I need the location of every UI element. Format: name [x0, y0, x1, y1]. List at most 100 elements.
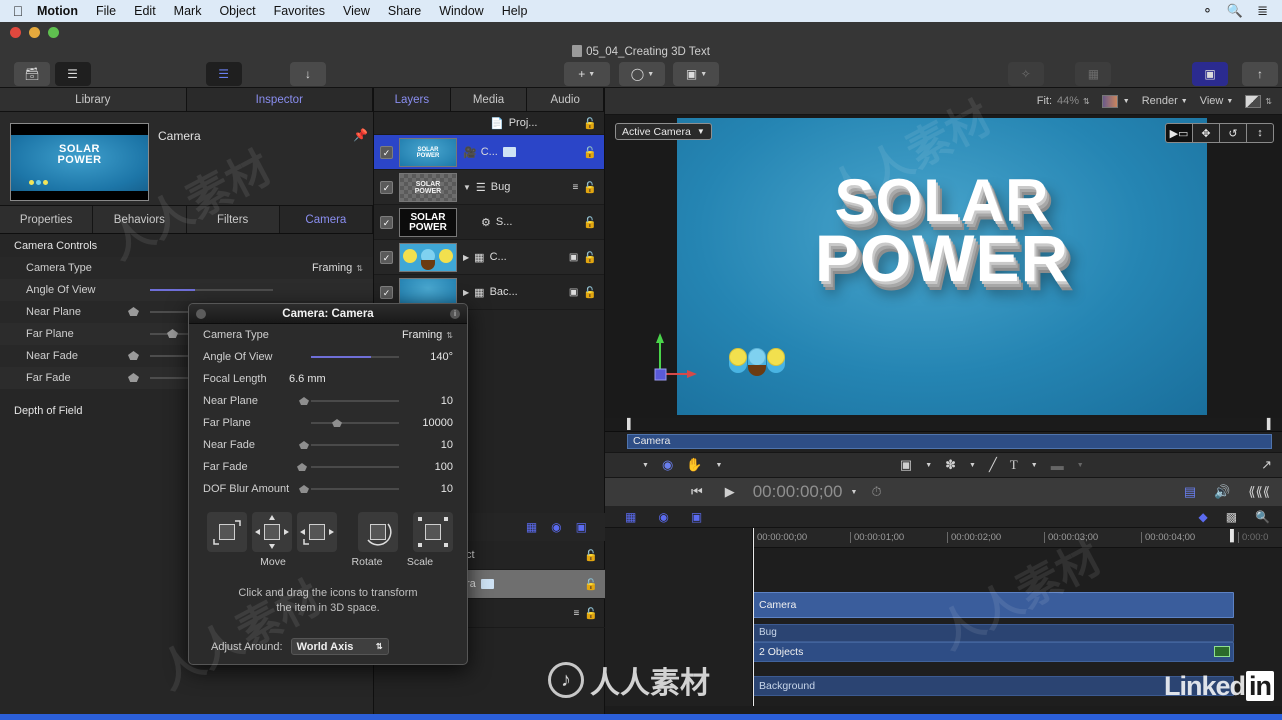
menu-item-favorites[interactable]: Favorites — [265, 4, 334, 18]
out-point-marker[interactable]: ▌ — [1230, 530, 1238, 542]
layout-swatch-icon[interactable] — [1245, 94, 1262, 108]
menu-item-view[interactable]: View — [334, 4, 379, 18]
loop-icon[interactable]: ⟪⟪⟪ — [1248, 484, 1270, 500]
menu-item-motion[interactable]: Motion — [28, 4, 87, 18]
layer-visibility-checkbox[interactable]: ✓ — [380, 250, 393, 264]
clock-icon[interactable]: ⏱ — [871, 484, 881, 500]
close-window-button[interactable] — [10, 27, 21, 38]
tab-behaviors[interactable]: Behaviors — [93, 206, 187, 233]
shape-icon[interactable]: ▣ — [576, 520, 587, 534]
pan-3d-button[interactable]: ✥ — [1192, 123, 1220, 143]
minimize-window-button[interactable] — [29, 27, 40, 38]
timeline-toggle-icon[interactable]: ▤ — [1184, 484, 1214, 500]
timeline-playhead[interactable] — [753, 528, 754, 706]
canvas[interactable]: SOLAR POWER — [677, 118, 1207, 415]
window-traffic-lights[interactable] — [10, 27, 59, 38]
lock-icon[interactable]: 🔓 — [583, 251, 597, 264]
menu-item-mark[interactable]: Mark — [165, 4, 211, 18]
chevron-down-icon[interactable]: ▼ — [851, 489, 858, 496]
circle-icon[interactable]: ◉ — [658, 510, 690, 524]
hud-row-dof-blur-amount[interactable]: DOF Blur Amount 10 — [189, 478, 467, 500]
timecode-display[interactable]: 00:00:00;00 — [753, 482, 843, 502]
timeline-ruler[interactable]: 00:00:00;00 00:00:01;00 00:00:02;00 00:0… — [753, 528, 1282, 548]
tab-media[interactable]: Media — [451, 88, 528, 111]
timeline-track-camera[interactable]: Camera — [753, 592, 1234, 618]
view-menu[interactable]: View — [1200, 95, 1224, 107]
viewer-canvas-area[interactable]: SOLAR POWER Active Camera ▼ ▶▭ ✥ ↺ ↕ — [605, 115, 1282, 418]
dolly-button[interactable]: ↕ — [1246, 123, 1274, 143]
hud-row-far-plane[interactable]: Far Plane 10000 — [189, 412, 467, 434]
chevron-down-icon[interactable]: ▼ — [1226, 98, 1233, 105]
tab-layers[interactable]: Layers — [374, 88, 451, 111]
lock-icon[interactable]: 🔓 — [583, 181, 597, 194]
hud-row-near-plane[interactable]: Near Plane 10 — [189, 390, 467, 412]
layer-row-solar-text[interactable]: ✓ SOLAR POWER ⚙ S... 🔓 — [374, 205, 604, 240]
zoom-icon[interactable]: 🔍 — [1255, 510, 1282, 524]
control-center-icon[interactable]: ≣ — [1257, 3, 1268, 19]
layer-visibility-checkbox[interactable]: ✓ — [380, 285, 393, 299]
chevron-down-icon[interactable]: ▼ — [925, 462, 932, 469]
layer-row-bug[interactable]: ✓ SOLAR POWER ▼ ☰ Bug ≡ 🔓 — [374, 170, 604, 205]
pan-hand-icon[interactable]: ✋ — [686, 457, 702, 473]
adjust-around-select[interactable]: World Axis ⇅ — [290, 638, 389, 655]
audio-icon[interactable]: 🔊 — [1214, 484, 1248, 500]
mini-timeline-camera-bar[interactable]: Camera — [627, 434, 1272, 449]
rotate-icon[interactable] — [358, 512, 398, 552]
disclosure-right-icon[interactable]: ▶ — [463, 253, 469, 262]
slider-knob[interactable] — [167, 329, 178, 338]
color-swatch-icon[interactable] — [1101, 94, 1118, 108]
play-icon[interactable]: ▶ — [725, 484, 753, 500]
orbit-button[interactable]: ↺ — [1219, 123, 1247, 143]
mask-icon[interactable]: ▣ — [569, 252, 578, 263]
layer-visibility-checkbox[interactable]: ✓ — [380, 145, 393, 159]
pin-icon[interactable]: 📌 — [353, 128, 368, 142]
hud-value[interactable]: 10 — [441, 439, 453, 451]
stepper-icon[interactable]: ⇅ — [356, 264, 363, 273]
out-point-marker[interactable]: ▌ — [1267, 419, 1274, 430]
shape-icon[interactable]: ▣ — [691, 510, 702, 524]
keyframe-icon[interactable]: ◆ — [1198, 510, 1225, 524]
hud-row-far-fade[interactable]: Far Fade 100 — [189, 456, 467, 478]
close-dot-icon[interactable] — [196, 309, 206, 319]
expand-icon[interactable]: ↗ — [1261, 457, 1282, 473]
layer-visibility-checkbox[interactable]: ✓ — [380, 180, 393, 194]
timeline-track-2objects[interactable]: 2 Objects — [753, 642, 1234, 662]
checkerboard-icon[interactable]: ▦ — [526, 520, 537, 534]
info-icon[interactable]: i — [450, 309, 460, 319]
lock-icon[interactable]: 🔓 — [584, 607, 598, 620]
mask-icon[interactable]: ▣ — [569, 287, 578, 298]
property-camera-type[interactable]: Camera Type Framing ⇅ — [0, 257, 373, 279]
go-to-start-icon[interactable]: ⏮ — [691, 484, 725, 500]
chevron-down-icon[interactable]: ▼ — [715, 462, 722, 469]
hud-value[interactable]: 140° — [430, 351, 453, 363]
slider-track[interactable] — [311, 488, 399, 490]
scale-icon[interactable] — [413, 512, 453, 552]
align-icon[interactable]: ▩ — [1226, 510, 1255, 524]
layers-icon[interactable]: ≡ — [573, 608, 579, 619]
lock-icon[interactable]: 🔓 — [584, 578, 598, 591]
slider-knob[interactable] — [332, 419, 342, 427]
bezier-pen-icon[interactable]: ✽ — [945, 457, 956, 473]
do-not-disturb-icon[interactable]: ⚬ — [1202, 3, 1213, 19]
in-point-marker[interactable]: ▌ — [627, 419, 634, 430]
search-icon[interactable]: 🔍 — [1227, 3, 1243, 19]
hud-row-near-fade[interactable]: Near Fade 10 — [189, 434, 467, 456]
hud-value[interactable]: 100 — [435, 461, 453, 473]
camera-view-button[interactable]: ▶▭ — [1165, 123, 1193, 143]
lock-icon[interactable]: 🔓 — [583, 117, 597, 130]
checkerboard-icon[interactable]: ▦ — [625, 510, 658, 524]
chevron-down-icon[interactable]: ▼ — [1123, 98, 1130, 105]
hud-value[interactable]: Framing ⇅ — [402, 329, 453, 341]
layer-visibility-checkbox[interactable]: ✓ — [380, 215, 393, 229]
stepper-icon[interactable]: ⇅ — [446, 331, 453, 340]
hud-title-bar[interactable]: Camera: Camera i — [189, 304, 467, 324]
tab-properties[interactable]: Properties — [0, 206, 94, 233]
apple-menu-icon[interactable]:  — [8, 4, 28, 18]
layer-row-camera[interactable]: ✓ SOLAR POWER 🎥 C... 🔓 — [374, 135, 604, 170]
slider-track[interactable] — [311, 400, 399, 402]
move-all-icon[interactable] — [252, 512, 292, 552]
lock-icon[interactable]: 🔓 — [583, 286, 597, 299]
maximize-window-button[interactable] — [48, 27, 59, 38]
slider-track[interactable] — [311, 422, 399, 424]
layer-row-characters[interactable]: ✓ ▶ ▦ C... ▣ 🔓 — [374, 240, 604, 275]
